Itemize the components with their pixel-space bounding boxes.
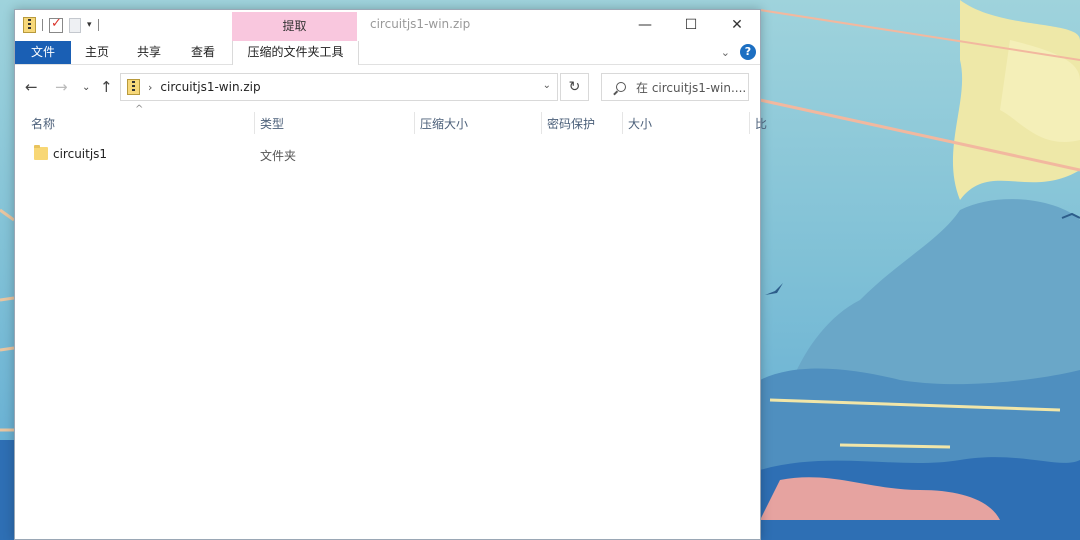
column-divider[interactable]: [749, 112, 750, 134]
tab-view[interactable]: 查看: [183, 41, 223, 64]
refresh-icon: ↻: [568, 79, 581, 95]
close-icon: ✕: [731, 16, 743, 33]
list-item[interactable]: circuitjs1 文件夹: [15, 144, 760, 166]
help-icon[interactable]: ?: [740, 44, 756, 60]
extract-context-tab[interactable]: 提取: [232, 12, 357, 41]
column-compressed-size[interactable]: 压缩大小: [420, 115, 468, 132]
navigation-bar: ← → ⌄ ↑ › circuitjs1-win.zip ⌄ ↻ 在 circu…: [15, 72, 760, 102]
forward-arrow-icon[interactable]: →: [55, 78, 68, 96]
address-bar[interactable]: › circuitjs1-win.zip ⌄: [120, 73, 558, 101]
minimize-icon: —: [638, 16, 652, 33]
customize-toolbar-dropdown-icon[interactable]: ▾: [87, 20, 92, 30]
column-headers: ^ 名称 类型 压缩大小 密码保护 大小 比: [15, 104, 767, 136]
new-folder-icon[interactable]: [69, 17, 81, 33]
address-dropdown-icon[interactable]: ⌄: [543, 80, 551, 91]
column-type[interactable]: 类型: [260, 115, 284, 132]
column-ratio[interactable]: 比: [755, 115, 767, 132]
maximize-icon: ☐: [684, 16, 698, 33]
tab-file[interactable]: 文件: [15, 41, 71, 64]
column-divider[interactable]: [414, 112, 415, 134]
folder-icon: [34, 145, 48, 160]
caption-buttons: — ☐ ✕: [622, 10, 760, 39]
column-size[interactable]: 大小: [628, 115, 652, 132]
search-input[interactable]: 在 circuitjs1-win....: [601, 73, 749, 101]
quick-access-toolbar: ▾: [23, 16, 99, 34]
file-type: 文件夹: [260, 149, 297, 163]
tab-home[interactable]: 主页: [77, 41, 117, 64]
expand-ribbon-chevron-icon[interactable]: ⌄: [721, 46, 730, 59]
ribbon-tabs: 文件 主页 共享 查看 压缩的文件夹工具 ⌄ ?: [15, 41, 760, 65]
column-divider[interactable]: [254, 112, 255, 134]
tab-share[interactable]: 共享: [128, 41, 170, 64]
close-button[interactable]: ✕: [714, 10, 760, 39]
breadcrumb-path[interactable]: circuitjs1-win.zip: [160, 80, 260, 94]
zip-folder-icon: [23, 17, 36, 33]
title-bar[interactable]: ▾ 提取 circuitjs1-win.zip — ☐ ✕: [15, 10, 760, 41]
column-password-protected[interactable]: 密码保护: [547, 115, 595, 132]
ribbon-controls: ⌄ ?: [721, 44, 756, 60]
up-arrow-icon[interactable]: ↑: [100, 78, 113, 96]
column-name[interactable]: 名称: [31, 115, 55, 132]
file-explorer-window: ▾ 提取 circuitjs1-win.zip — ☐ ✕ 文件 主页 共享 查…: [14, 9, 767, 540]
zip-folder-icon: [127, 79, 140, 95]
tab-compressed-folder-tools[interactable]: 压缩的文件夹工具: [232, 41, 359, 65]
minimize-button[interactable]: —: [622, 10, 668, 39]
file-name: circuitjs1: [53, 147, 108, 161]
window-title: circuitjs1-win.zip: [370, 17, 471, 31]
breadcrumb-chevron-icon[interactable]: ›: [148, 81, 152, 94]
toolbar-separator: [42, 19, 43, 31]
recent-locations-chevron-icon[interactable]: ⌄: [82, 82, 90, 93]
column-divider[interactable]: [622, 112, 623, 134]
column-divider[interactable]: [541, 112, 542, 134]
maximize-button[interactable]: ☐: [668, 10, 714, 39]
search-icon: [616, 82, 626, 92]
toolbar-separator: [97, 19, 99, 31]
refresh-button[interactable]: ↻: [560, 73, 589, 101]
sort-ascending-icon: ^: [135, 104, 144, 115]
properties-icon[interactable]: [49, 16, 63, 33]
search-placeholder: 在 circuitjs1-win....: [636, 80, 747, 95]
back-arrow-icon[interactable]: ←: [25, 78, 38, 96]
